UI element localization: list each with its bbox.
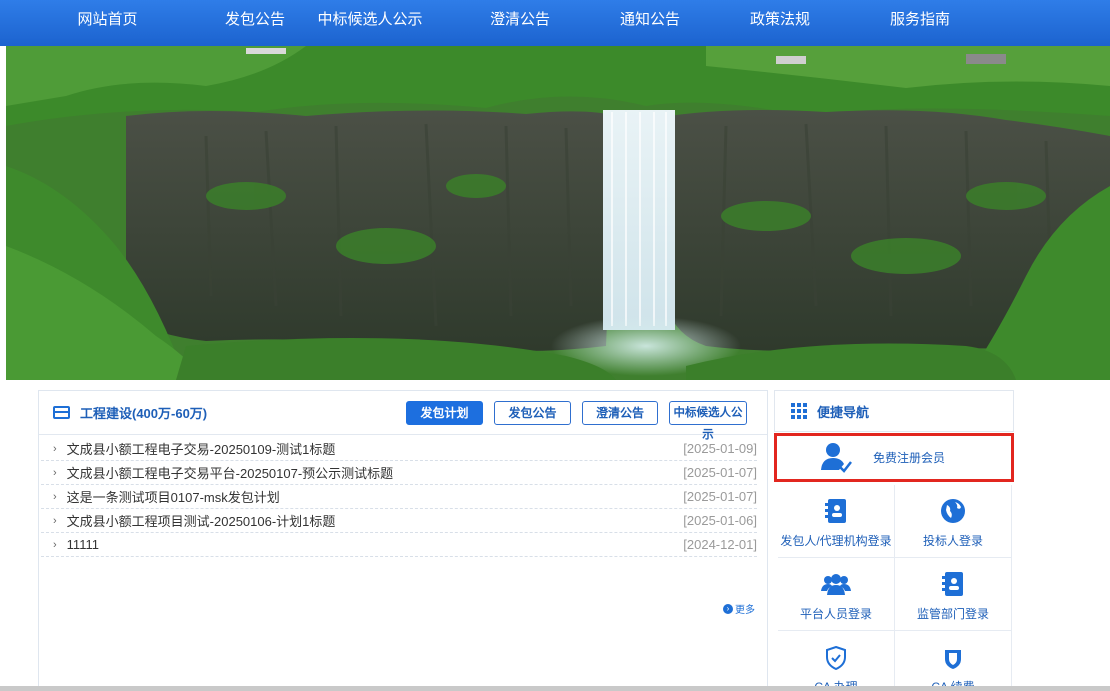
chevron-right-icon: › [53,538,57,551]
quick-nav-item-bidder-login[interactable]: 投标人登录 [895,485,1012,558]
chevron-right-icon: › [53,490,57,503]
chevron-right-icon: › [53,466,57,479]
quick-nav-label[interactable]: 投标人登录 [923,532,983,549]
tab-winning-candidates[interactable]: 中标候选人公示 [669,401,747,441]
quick-nav-label[interactable]: 发包人/代理机构登录 [780,532,891,549]
project-panel: 工程建设(400万-60万) 发包计划 发包公告 澄清公告 中标候选人公示 › 文… [38,390,768,691]
shield-check-icon [826,646,846,670]
id-card-icon [942,572,963,596]
id-card-icon [825,499,846,523]
nav-item-home[interactable]: 网站首页 [0,0,215,46]
quick-nav-label[interactable]: 监管部门登录 [917,605,989,622]
tab-tender-announcement[interactable]: 发包公告 [494,401,571,425]
list-item-date: [2025-01-06] [683,513,757,528]
top-nav: 网站首页 发包公告 中标候选人公示 澄清公告 通知公告 政策法规 服务指南 [0,0,1110,46]
globe-icon [941,499,965,523]
quick-nav-title: 便捷导航 [817,404,870,420]
list-item-title[interactable]: 文成县小额工程电子交易平台-20250107-预公示测试标题 [67,463,394,482]
nav-item-policies[interactable]: 政策法规 [705,0,855,46]
quick-nav-grid: 发包人/代理机构登录 投标人登录 平台人员登录 监管部门登录 [778,485,1012,691]
panel-title: 工程建设(400万-60万) [53,403,207,422]
news-list: › 文成县小额工程电子交易-20250109-测试1标题 [2025-01-09]… [41,437,757,557]
list-item[interactable]: › 这是一条测试项目0107-msk发包计划 [2025-01-07] [41,485,757,509]
panel-title-label: 工程建设(400万-60万) [80,406,208,421]
waterfall-landscape-image [6,46,1110,380]
list-item-title[interactable]: 这是一条测试项目0107-msk发包计划 [67,487,280,506]
quick-nav-item-supervisor-login[interactable]: 监管部门登录 [895,558,1012,631]
list-item-date: [2025-01-07] [683,489,757,504]
list-item-title[interactable]: 11111 [67,537,99,552]
list-item[interactable]: › 文成县小额工程项目测试-20250106-计划1标题 [2025-01-06] [41,509,757,533]
chevron-right-icon: › [53,442,57,455]
nav-item-service-guide[interactable]: 服务指南 [855,0,985,46]
nav-item-tender-announcement[interactable]: 发包公告 [215,0,295,46]
tab-tender-plan[interactable]: 发包计划 [406,401,483,425]
banner-image [6,46,1110,380]
nav-item-clarification[interactable]: 澄清公告 [445,0,595,46]
quick-nav-label[interactable]: 平台人员登录 [800,605,872,622]
quick-nav-panel: 便捷导航 免费注册会员 发包人/代理机构登录 投标人登录 平台人员登录 监管部门… [774,390,1014,691]
quick-nav-header: 便捷导航 [774,390,1014,432]
list-item-date: [2025-01-07] [683,465,757,480]
category-tabs: 发包计划 发包公告 澄清公告 中标候选人公示 [395,401,747,441]
panel-header: 工程建设(400万-60万) 发包计划 发包公告 澄清公告 中标候选人公示 [39,391,767,441]
list-item-date: [2025-01-09] [683,441,757,456]
list-item[interactable]: › 文成县小额工程电子交易-20250109-测试1标题 [2025-01-09] [41,437,757,461]
more-link[interactable]: › 更多 [723,601,755,616]
quick-nav-item-employer-login[interactable]: 发包人/代理机构登录 [778,485,895,558]
register-member-button[interactable]: 免费注册会员 [774,433,1014,482]
nav-item-winning-candidates[interactable]: 中标候选人公示 [295,0,445,46]
list-item-date: [2024-12-01] [683,537,757,552]
tab-clarification[interactable]: 澄清公告 [582,401,658,425]
user-check-icon [821,442,852,473]
shield-icon [945,650,961,669]
register-member-label[interactable]: 免费注册会员 [873,449,945,466]
list-item-title[interactable]: 文成县小额工程电子交易-20250109-测试1标题 [67,439,336,458]
list-item[interactable]: › 11111 [2024-12-01] [41,533,757,557]
card-icon [53,406,70,419]
users-icon [821,574,851,595]
quick-nav-item-staff-login[interactable]: 平台人员登录 [778,558,895,631]
quick-nav-item-ca-apply[interactable]: CA 办理 [778,631,895,691]
chevron-right-icon: › [53,514,57,527]
list-item-title[interactable]: 文成县小额工程项目测试-20250106-计划1标题 [67,511,336,530]
page: 网站首页 发包公告 中标候选人公示 澄清公告 通知公告 政策法规 服务指南 工程… [0,0,1110,691]
more-label[interactable]: 更多 [735,601,755,616]
quick-nav-item-ca-renew[interactable]: CA 续费 [895,631,1012,691]
nav-item-notices[interactable]: 通知公告 [595,0,705,46]
horizontal-scrollbar[interactable] [0,686,1110,691]
arrow-right-circle-icon: › [723,603,733,614]
list-item[interactable]: › 文成县小额工程电子交易平台-20250107-预公示测试标题 [2025-01… [41,461,757,485]
grid-icon [791,403,807,419]
